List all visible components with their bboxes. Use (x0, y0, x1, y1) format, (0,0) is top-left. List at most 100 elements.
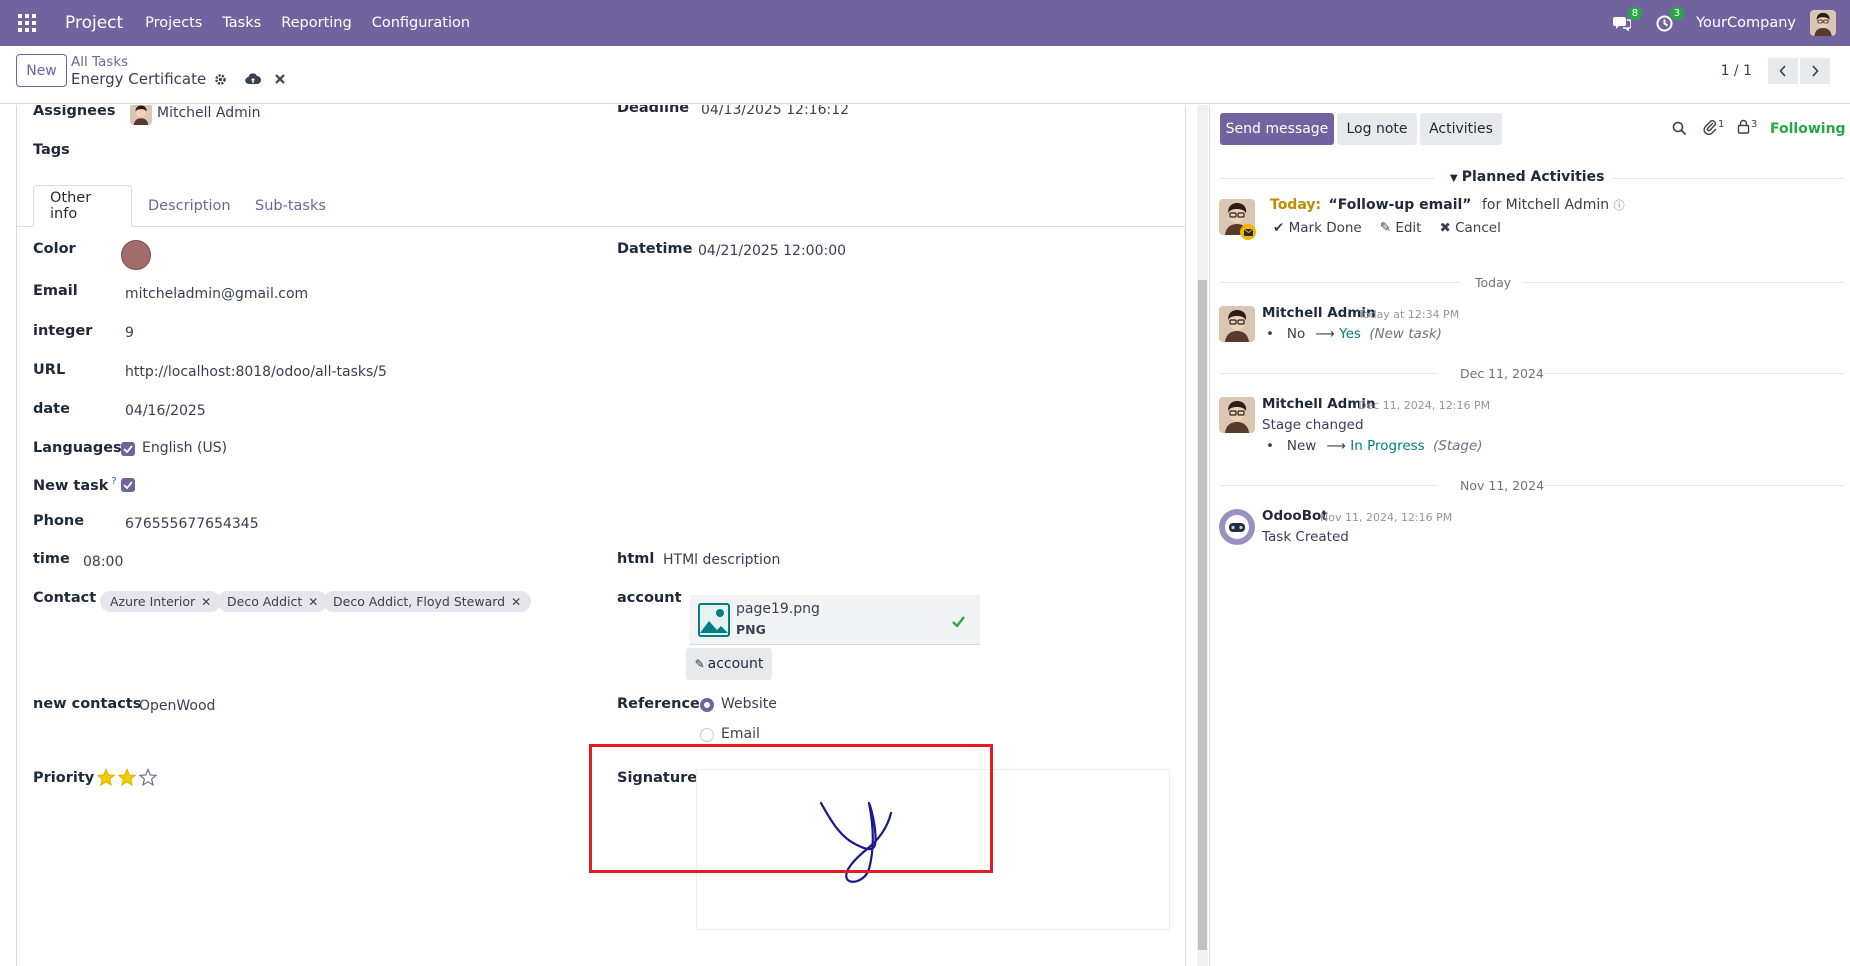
chevron-left-icon (1779, 65, 1786, 77)
deadline-field[interactable]: 04/13/2025 12:16:12 (701, 105, 849, 118)
email-field[interactable]: mitcheladmin@gmail.com (125, 286, 308, 302)
reference-radio-website[interactable] (700, 698, 714, 712)
activity-clock-icon[interactable]: 3 (1654, 7, 1685, 33)
datetime-field[interactable]: 04/21/2025 12:00:00 (698, 243, 846, 259)
priority-star-icon[interactable] (97, 768, 116, 787)
attachment-card[interactable]: page19.png PNG (690, 595, 980, 645)
new-task-checkbox[interactable] (121, 478, 135, 492)
divider (1220, 282, 1460, 283)
planned-activities-toggle[interactable]: ▼ Planned Activities (1450, 169, 1604, 185)
tracking-value: • New ⟶ In Progress (Stage) (1266, 438, 1483, 454)
remove-tag-icon[interactable]: ✕ (511, 595, 521, 609)
image-file-icon (698, 603, 730, 641)
attach-account-button[interactable]: ✎ account (686, 648, 772, 680)
menu-projects[interactable]: Projects (145, 15, 202, 31)
breadcrumb-all-tasks[interactable]: All Tasks (71, 54, 128, 70)
divider (1220, 178, 1434, 179)
priority-star-icon[interactable] (117, 768, 137, 787)
language-checkbox[interactable] (121, 442, 135, 456)
contact-tag-floyd-steward[interactable]: Deco Addict, Floyd Steward ✕ (323, 591, 532, 612)
new-button[interactable]: New (16, 54, 67, 87)
pager-value[interactable]: 1 / 1 (1721, 63, 1752, 79)
user-avatar[interactable] (1810, 10, 1836, 36)
assignee-name[interactable]: Mitchell Admin (157, 105, 261, 121)
caret-down-icon: ▼ (1450, 173, 1458, 184)
account-label: account (617, 590, 682, 606)
edit-activity-button[interactable]: ✎ Edit (1380, 220, 1422, 236)
paperclip-icon: ✎ (694, 657, 705, 671)
info-icon: ⓘ (1613, 199, 1625, 212)
envelope-icon (1240, 224, 1256, 240)
message-date: Today at 12:34 PM (1358, 308, 1460, 321)
scrollbar-thumb[interactable] (1198, 280, 1207, 950)
priority-stars (97, 768, 161, 788)
menu-configuration[interactable]: Configuration (372, 15, 470, 31)
cloud-upload-icon[interactable] (245, 73, 262, 85)
url-field[interactable]: http://localhost:8018/odoo/all-tasks/5 (125, 364, 387, 380)
date-field[interactable]: 04/16/2025 (125, 403, 206, 419)
following-button[interactable]: Following (1770, 121, 1846, 137)
divider (1544, 373, 1844, 374)
send-message-button[interactable]: Send message (1220, 113, 1334, 145)
close-icon: ✖ (1439, 220, 1451, 236)
priority-star-icon[interactable] (138, 768, 158, 787)
reference-option-website[interactable]: Website (721, 696, 777, 712)
check-icon (123, 481, 133, 489)
reference-radio-email[interactable] (700, 728, 714, 742)
pencil-icon: ✎ (1379, 220, 1392, 236)
menu-tasks[interactable]: Tasks (222, 15, 261, 31)
mark-done-button[interactable]: ✔ Mark Done (1273, 220, 1362, 236)
check-icon: ✔ (1273, 220, 1285, 236)
cancel-activity-button[interactable]: ✖ Cancel (1439, 220, 1500, 236)
form-scrollbar[interactable] (1197, 105, 1208, 966)
reference-label: Reference (617, 696, 700, 712)
deadline-label: Deadline (617, 105, 690, 116)
log-note-button[interactable]: Log note (1337, 113, 1417, 145)
html-field[interactable]: HTMl description (663, 552, 780, 568)
datetime-label: Datetime (617, 241, 693, 257)
contact-tag-deco-addict[interactable]: Deco Addict ✕ (217, 591, 329, 612)
messaging-icon[interactable]: 8 (1612, 7, 1643, 33)
new-contacts-field[interactable]: OpenWood (139, 698, 215, 714)
attachments-counter[interactable]: 1 (1703, 119, 1724, 135)
date-separator-today: Today (1475, 275, 1512, 290)
pager-next-button[interactable] (1800, 58, 1830, 84)
tab-description[interactable]: Description (132, 185, 247, 227)
odoobot-avatar (1219, 509, 1255, 545)
date-separator-dec-11: Dec 11, 2024 (1460, 366, 1544, 381)
email-label: Email (33, 283, 78, 299)
uploaded-check-icon (952, 613, 965, 631)
reference-option-email[interactable]: Email (721, 726, 760, 742)
chevron-right-icon (1812, 65, 1819, 77)
contact-tag-azure-interior[interactable]: Azure Interior ✕ (100, 591, 222, 612)
message-body: Stage changed (1262, 417, 1364, 433)
color-label: Color (33, 241, 76, 257)
assignee-avatar (130, 105, 152, 125)
integer-field[interactable]: 9 (125, 325, 134, 341)
tab-sub-tasks[interactable]: Sub-tasks (239, 185, 342, 227)
remove-tag-icon[interactable]: ✕ (308, 595, 318, 609)
app-name[interactable]: Project (65, 13, 123, 33)
control-panel: New All Tasks Energy Certificate 1 / 1 (0, 46, 1850, 104)
discard-x-icon[interactable] (275, 74, 285, 84)
attachment-name: page19.png (736, 601, 820, 617)
followers-counter[interactable]: 3 (1737, 119, 1757, 134)
tab-other-info[interactable]: Other info (33, 185, 132, 227)
message-date: Dec 11, 2024, 12:16 PM (1358, 399, 1491, 412)
company-switcher[interactable]: YourCompany (1696, 15, 1796, 31)
color-picker[interactable] (121, 240, 151, 270)
apps-menu-icon[interactable] (18, 14, 36, 32)
activities-button[interactable]: Activities (1420, 113, 1502, 145)
message-body: Task Created (1262, 529, 1349, 545)
search-icon[interactable] (1672, 121, 1687, 140)
menu-reporting[interactable]: Reporting (281, 15, 352, 31)
priority-label: Priority (33, 770, 95, 786)
phone-field[interactable]: 676555677654345 (125, 516, 259, 532)
pager-previous-button[interactable] (1768, 58, 1798, 84)
remove-tag-icon[interactable]: ✕ (201, 595, 211, 609)
time-field[interactable]: 08:00 (83, 554, 123, 570)
gear-icon[interactable] (214, 73, 227, 86)
lock-icon (1737, 119, 1750, 134)
help-tooltip-icon[interactable]: ? (111, 476, 116, 487)
message-author[interactable]: OdooBot (1262, 508, 1328, 524)
